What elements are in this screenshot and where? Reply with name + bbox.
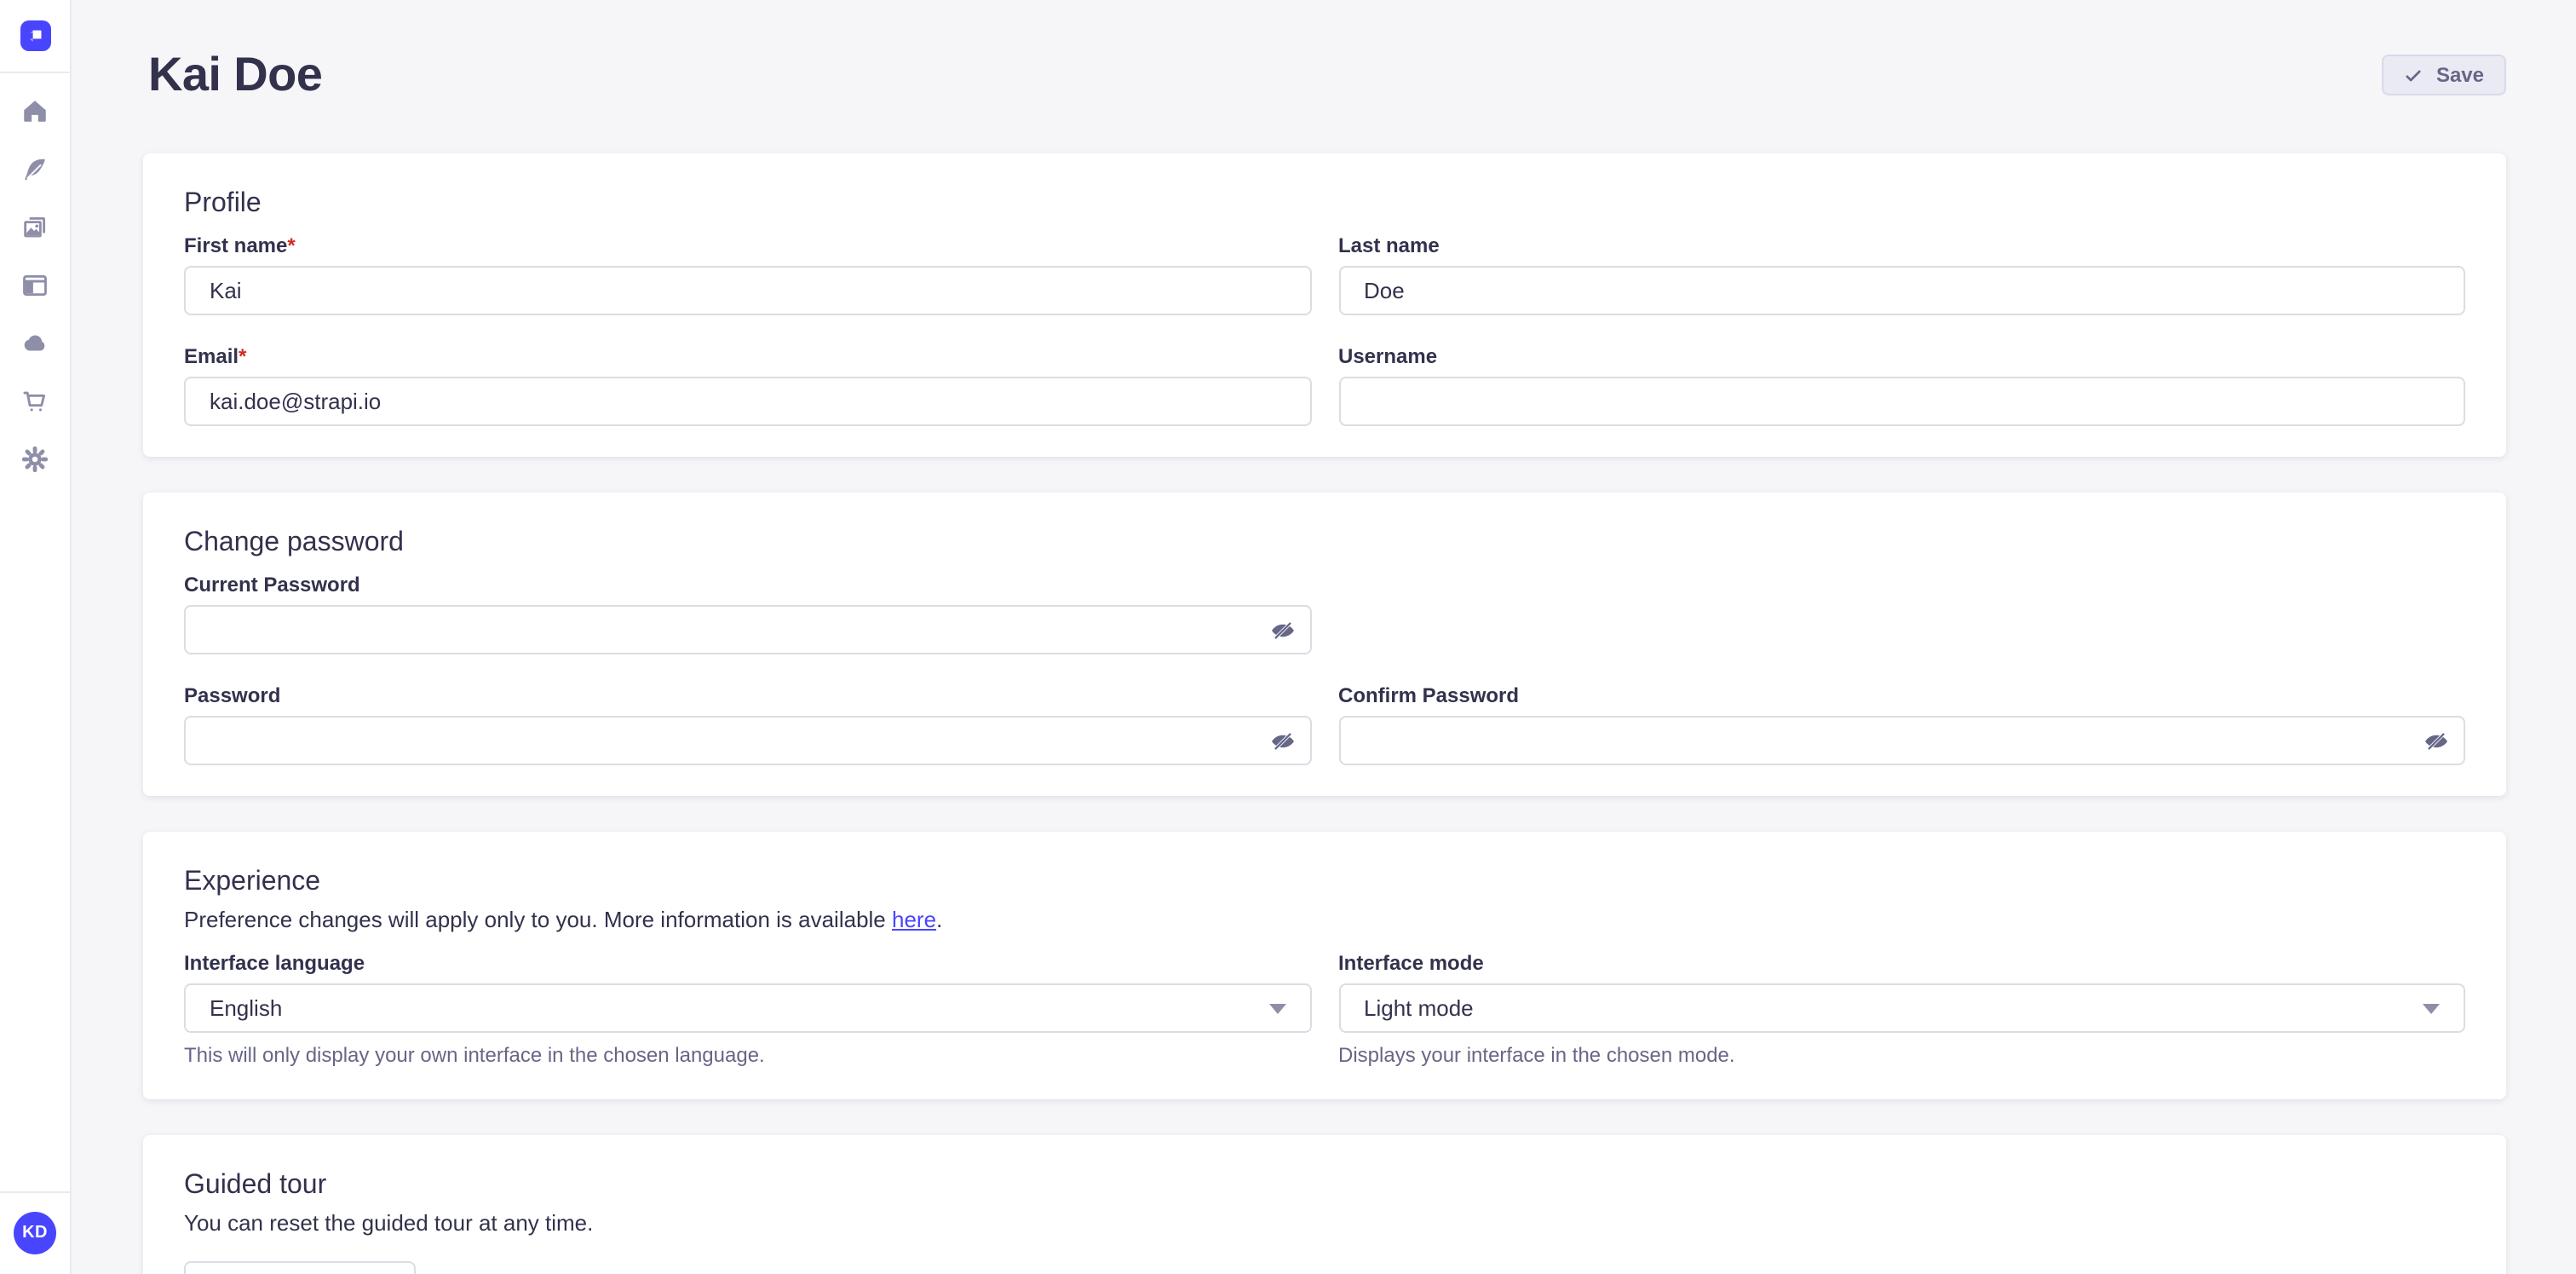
experience-card: Experience Preference changes will apply… [143, 832, 2506, 1099]
user-avatar[interactable]: KD [14, 1212, 56, 1254]
save-button-label: Save [2436, 63, 2484, 87]
home-icon [20, 97, 49, 126]
cloud-icon [20, 329, 49, 358]
change-password-card: Change password Current Password [143, 493, 2506, 796]
confirm-password-input[interactable] [1338, 716, 2465, 765]
interface-language-helper: This will only display your own interfac… [184, 1041, 1311, 1069]
avatar-initials: KD [22, 1224, 48, 1242]
password-grid: Current Password [184, 571, 2465, 765]
last-name-field-group: Last name [1338, 232, 2465, 315]
current-password-label: Current Password [184, 571, 1311, 598]
app-shell: KD Kai Doe Save Profile Fir [0, 0, 2576, 1274]
confirm-password-field-group: Confirm Password [1338, 682, 2465, 765]
cart-icon [20, 387, 49, 416]
experience-section-title: Experience [184, 862, 2465, 903]
guided-tour-card: Guided tour You can reset the guided tou… [143, 1135, 2506, 1274]
username-field-group: Username [1338, 343, 2465, 426]
reset-guided-tour-button[interactable]: Reset guided tour [184, 1261, 416, 1274]
profile-grid: First name* Last name Email* [184, 232, 2465, 426]
toggle-new-password-visibility-button[interactable] [1255, 718, 1309, 764]
password-grid-spacer [1338, 571, 2465, 654]
sidebar-item-home[interactable] [20, 97, 49, 126]
new-password-label: Password [184, 682, 1311, 709]
page: KD Kai Doe Save Profile Fir [0, 0, 2576, 1274]
current-password-field-group: Current Password [184, 571, 1311, 654]
interface-language-label: Interface language [184, 949, 1311, 977]
gear-icon [20, 445, 49, 474]
sidebar-logo-box [0, 0, 70, 73]
check-icon [2404, 66, 2423, 84]
sidebar-item-media-library[interactable] [20, 213, 49, 242]
media-library-icon [20, 213, 49, 242]
email-label: Email* [184, 343, 1311, 370]
page-header: Kai Doe Save [143, 48, 2506, 102]
change-password-section-title: Change password [184, 523, 2465, 564]
new-password-input-wrap [184, 716, 1311, 765]
chevron-down-icon [2423, 1003, 2440, 1013]
last-name-label: Last name [1338, 232, 2465, 259]
eye-off-icon [1268, 616, 1296, 643]
required-asterisk: * [287, 233, 295, 257]
last-name-input[interactable] [1338, 266, 2465, 315]
sidebar: KD [0, 0, 72, 1274]
strapi-logo[interactable] [20, 20, 50, 51]
feather-icon [20, 155, 49, 184]
last-name-input-wrap [1338, 266, 2465, 315]
sidebar-nav [20, 73, 49, 474]
sidebar-item-marketplace[interactable] [20, 387, 49, 416]
first-name-label: First name* [184, 232, 1311, 259]
interface-mode-label: Interface mode [1338, 949, 2465, 977]
email-input[interactable] [184, 377, 1311, 426]
username-label: Username [1338, 343, 2465, 370]
sidebar-item-settings[interactable] [20, 445, 49, 474]
confirm-password-input-wrap [1338, 716, 2465, 765]
first-name-field-group: First name* [184, 232, 1311, 315]
eye-off-icon [2423, 727, 2450, 754]
page-title: Kai Doe [148, 48, 322, 102]
new-password-field-group: Password [184, 682, 1311, 765]
email-input-wrap [184, 377, 1311, 426]
save-button[interactable]: Save [2382, 55, 2506, 95]
interface-mode-value: Light mode [1364, 995, 1474, 1021]
profile-card: Profile First name* Last name [143, 153, 2506, 457]
confirm-password-label: Confirm Password [1338, 682, 2465, 709]
interface-language-select[interactable]: English [184, 983, 1311, 1033]
toggle-confirm-password-visibility-button[interactable] [2409, 718, 2464, 764]
current-password-input[interactable] [184, 605, 1311, 654]
new-password-input[interactable] [184, 716, 1311, 765]
strapi-logo-icon [25, 26, 45, 46]
interface-language-value: English [210, 995, 282, 1021]
username-input-wrap [1338, 377, 2465, 426]
main-content: Kai Doe Save Profile First name* [72, 0, 2576, 1274]
toggle-current-password-visibility-button[interactable] [1255, 607, 1309, 653]
interface-language-field-group: Interface language English This will onl… [184, 949, 1311, 1069]
guided-tour-section-title: Guided tour [184, 1166, 2465, 1207]
interface-mode-field-group: Interface mode Light mode Displays your … [1338, 949, 2465, 1069]
chevron-down-icon [1268, 1003, 1285, 1013]
experience-description: Preference changes will apply only to yo… [184, 905, 2465, 936]
guided-tour-description: You can reset the guided tour at any tim… [184, 1208, 2465, 1239]
interface-mode-helper: Displays your interface in the chosen mo… [1338, 1041, 2465, 1069]
first-name-input[interactable] [184, 266, 1311, 315]
sidebar-item-content-manager[interactable] [20, 271, 49, 300]
sidebar-item-deploy[interactable] [20, 329, 49, 358]
layout-icon [20, 271, 49, 300]
sidebar-footer: KD [0, 1191, 70, 1274]
username-input[interactable] [1338, 377, 2465, 426]
current-password-input-wrap [184, 605, 1311, 654]
experience-grid: Interface language English This will onl… [184, 949, 2465, 1069]
profile-section-title: Profile [184, 184, 2465, 225]
more-information-link[interactable]: here [892, 907, 936, 932]
eye-off-icon [1268, 727, 1296, 754]
interface-mode-select[interactable]: Light mode [1338, 983, 2465, 1033]
first-name-input-wrap [184, 266, 1311, 315]
email-field-group: Email* [184, 343, 1311, 426]
sidebar-item-content-type-builder[interactable] [20, 155, 49, 184]
required-asterisk: * [239, 344, 246, 368]
